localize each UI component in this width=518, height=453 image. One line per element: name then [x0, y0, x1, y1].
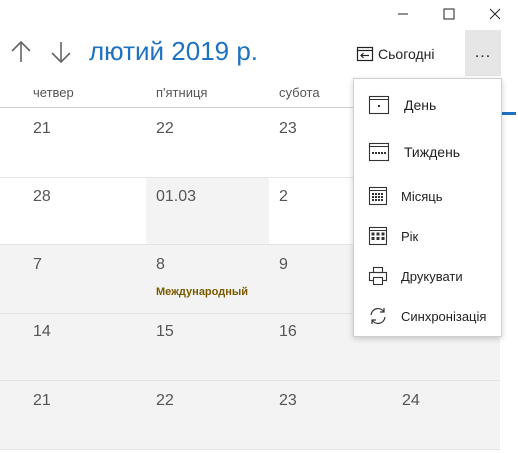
day-cell[interactable]: 24: [402, 392, 420, 410]
arrow-down-icon: [51, 42, 71, 64]
day-view-icon: [368, 95, 390, 115]
month-title[interactable]: лютий 2019 р.: [89, 36, 258, 67]
day-cell[interactable]: 01.03: [156, 188, 196, 206]
close-icon: [489, 8, 501, 20]
day-cell[interactable]: 23: [279, 120, 297, 138]
week-row-background: [0, 381, 500, 449]
weekday-header-friday: п'ятниця: [156, 85, 208, 100]
menu-item-label: Синхронізація: [401, 308, 487, 324]
menu-item-day[interactable]: День: [354, 87, 501, 123]
calendar-today-icon: [356, 46, 374, 62]
maximize-icon: [443, 8, 455, 20]
day-cell[interactable]: 28: [33, 188, 51, 206]
menu-item-label: День: [404, 97, 437, 113]
menu-item-year[interactable]: Рік: [354, 218, 501, 254]
maximize-button[interactable]: [426, 0, 472, 28]
day-cell[interactable]: 7: [33, 256, 42, 274]
year-view-icon: [368, 226, 388, 246]
menu-item-sync[interactable]: Синхронізація: [354, 298, 501, 334]
day-cell[interactable]: 23: [279, 392, 297, 410]
day-cell[interactable]: 21: [33, 392, 51, 410]
day-cell[interactable]: 9: [279, 256, 288, 274]
day-cell[interactable]: 21: [33, 120, 51, 138]
menu-item-label: Рік: [401, 228, 419, 244]
arrow-up-icon: [11, 40, 31, 62]
previous-button[interactable]: [6, 37, 36, 67]
minimize-button[interactable]: [380, 0, 426, 28]
menu-item-week[interactable]: Тиждень: [354, 134, 501, 170]
weekday-header-saturday: субота: [279, 85, 320, 100]
day-cell[interactable]: 14: [33, 323, 51, 341]
day-cell[interactable]: 8: [156, 256, 165, 274]
view-options-menu: День Тиждень Місяць Рік Друкувати Синхро…: [353, 78, 502, 337]
menu-item-label: Тиждень: [404, 144, 461, 160]
minimize-icon: [398, 13, 408, 15]
week-view-icon: [368, 142, 390, 162]
menu-item-label: Місяць: [401, 188, 443, 204]
day-cell[interactable]: 22: [156, 392, 174, 410]
calendar-event[interactable]: Международный: [156, 286, 248, 298]
weekday-header-thursday: четвер: [33, 85, 74, 100]
print-icon: [368, 266, 388, 286]
close-button[interactable]: [472, 0, 518, 28]
menu-item-month[interactable]: Місяць: [354, 178, 501, 214]
sync-icon: [370, 307, 386, 325]
day-cell[interactable]: 15: [156, 323, 174, 341]
menu-item-label: Друкувати: [401, 268, 463, 284]
day-cell[interactable]: 16: [279, 323, 297, 341]
today-label: Сьогодні: [378, 46, 435, 62]
more-icon: ...: [474, 44, 492, 61]
next-button[interactable]: [46, 37, 76, 67]
day-cell[interactable]: 22: [156, 120, 174, 138]
day-cell[interactable]: 2: [279, 188, 288, 206]
more-options-button[interactable]: ...: [465, 30, 501, 76]
month-view-icon: [368, 186, 388, 206]
menu-item-print[interactable]: Друкувати: [354, 258, 501, 294]
today-button[interactable]: Сьогодні: [356, 42, 434, 66]
row-divider: [0, 449, 500, 450]
